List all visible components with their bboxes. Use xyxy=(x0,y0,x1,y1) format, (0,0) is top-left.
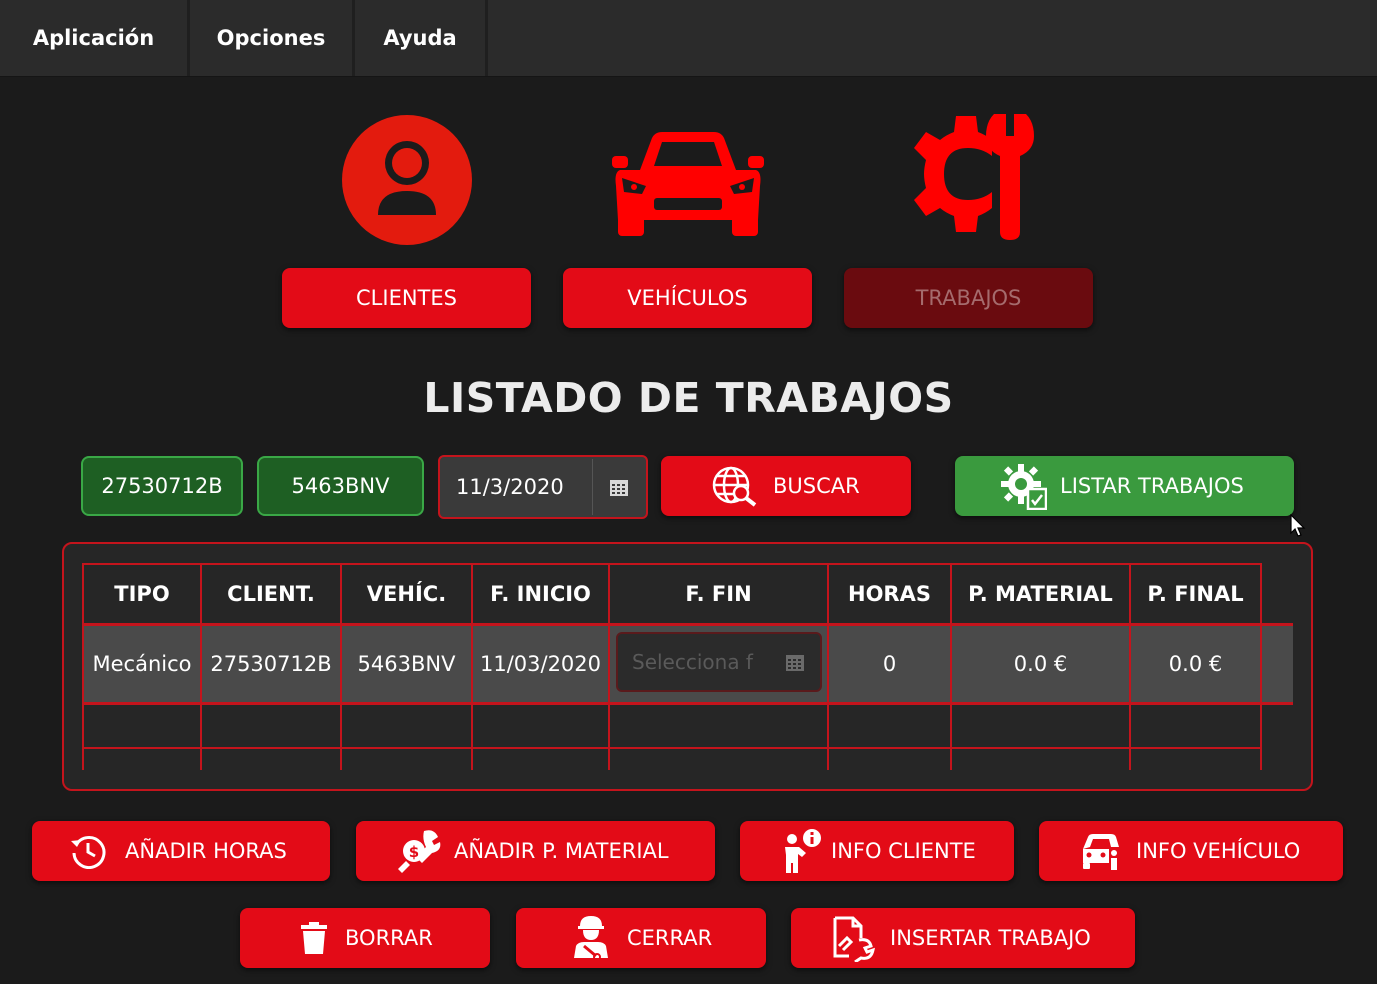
column-header-inicio[interactable]: F. INICIO xyxy=(473,565,608,623)
tools-icon[interactable] xyxy=(902,108,1036,242)
insertar-trabajo-button[interactable]: INSERTAR TRABAJO xyxy=(791,908,1135,968)
mechanic-icon xyxy=(574,916,608,960)
cell-inicio: 11/03/2020 xyxy=(479,652,602,676)
menu-opciones[interactable]: Opciones xyxy=(190,0,355,76)
borrar-button[interactable]: BORRAR xyxy=(240,908,490,968)
anadir-horas-button[interactable]: AÑADIR HORAS xyxy=(32,821,330,881)
date-value: 11/3/2020 xyxy=(456,475,564,499)
menu-bar: Aplicación Opciones Ayuda xyxy=(0,0,1377,77)
grid-line xyxy=(82,702,1293,705)
grid-line xyxy=(1260,563,1262,770)
info-cliente-button[interactable]: INFO CLIENTE xyxy=(740,821,1014,881)
column-header-horas[interactable]: HORAS xyxy=(829,565,950,623)
cell-p-material: 0.0 € xyxy=(1013,652,1068,676)
fecha-fin-placeholder: Selecciona f xyxy=(632,650,753,674)
anadir-horas-label: AÑADIR HORAS xyxy=(125,839,287,863)
insertar-trabajo-label: INSERTAR TRABAJO xyxy=(890,926,1091,950)
listar-trabajos-button[interactable]: LISTAR TRABAJOS xyxy=(955,456,1294,516)
clientes-button[interactable]: CLIENTES xyxy=(282,268,531,328)
info-vehiculo-label: INFO VEHÍCULO xyxy=(1136,839,1301,863)
column-header-tipo[interactable]: TIPO xyxy=(84,565,200,623)
info-cliente-label: INFO CLIENTE xyxy=(831,839,976,863)
mouse-cursor-icon xyxy=(1290,514,1306,537)
page-title: LISTADO DE TRABAJOS xyxy=(423,374,954,422)
grid-line xyxy=(82,747,1262,749)
clock-history-icon xyxy=(71,836,106,869)
buscar-label: BUSCAR xyxy=(773,474,860,498)
cerrar-button[interactable]: CERRAR xyxy=(516,908,766,968)
document-tools-icon xyxy=(833,916,875,962)
cell-tipo: Mecánico xyxy=(92,652,192,676)
date-separator xyxy=(592,459,593,515)
user-icon[interactable] xyxy=(342,115,472,245)
anadir-material-label: AÑADIR P. MATERIAL xyxy=(454,839,669,863)
cell-p-final: 0.0 € xyxy=(1168,652,1223,676)
gear-list-icon xyxy=(1001,464,1047,510)
cerrar-label: CERRAR xyxy=(627,926,713,950)
borrar-label: BORRAR xyxy=(345,926,433,950)
cell-cliente: 27530712B xyxy=(210,652,332,676)
menu-ayuda[interactable]: Ayuda xyxy=(355,0,488,76)
svg-text:$: $ xyxy=(409,843,419,861)
column-header-fin[interactable]: F. FIN xyxy=(610,565,827,623)
dni-field[interactable]: 27530712B xyxy=(81,456,243,516)
date-picker[interactable]: 11/3/2020 xyxy=(438,455,648,519)
car-info-icon xyxy=(1083,834,1119,870)
column-header-cliente[interactable]: CLIENT. xyxy=(202,565,340,623)
car-icon[interactable] xyxy=(610,130,766,238)
menu-aplicacion[interactable]: Aplicación xyxy=(0,0,190,76)
wrench-money-icon: $ xyxy=(398,830,441,873)
listar-label: LISTAR TRABAJOS xyxy=(1060,474,1244,498)
web-search-icon xyxy=(712,466,757,507)
column-header-vehiculo[interactable]: VEHÍC. xyxy=(342,565,471,623)
cell-vehiculo: 5463BNV xyxy=(357,652,456,676)
calendar-icon[interactable] xyxy=(610,480,628,496)
person-info-icon xyxy=(785,829,821,873)
matricula-field[interactable]: 5463BNV xyxy=(257,456,424,516)
trabajos-button[interactable]: TRABAJOS xyxy=(844,268,1093,328)
column-header-p-final[interactable]: P. FINAL xyxy=(1131,565,1260,623)
cell-horas: 0 xyxy=(882,652,897,676)
info-vehiculo-button[interactable]: INFO VEHÍCULO xyxy=(1039,821,1343,881)
vehiculos-button[interactable]: VEHÍCULOS xyxy=(563,268,812,328)
trash-icon xyxy=(301,922,327,954)
fecha-fin-picker[interactable]: Selecciona f xyxy=(616,632,822,692)
calendar-icon[interactable] xyxy=(786,655,804,671)
buscar-button[interactable]: BUSCAR xyxy=(661,456,911,516)
column-header-p-material[interactable]: P. MATERIAL xyxy=(952,565,1129,623)
anadir-material-button[interactable]: $ AÑADIR P. MATERIAL xyxy=(356,821,715,881)
